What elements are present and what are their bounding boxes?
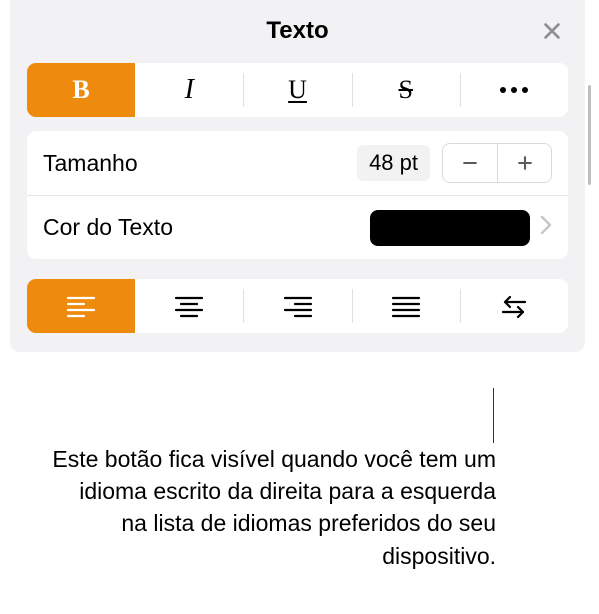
size-row: Tamanho 48 pt xyxy=(27,131,568,195)
more-styles-button[interactable] xyxy=(460,63,568,117)
align-left-icon xyxy=(66,294,96,318)
align-right-button[interactable] xyxy=(243,279,351,333)
minus-icon xyxy=(460,153,480,173)
text-color-label: Cor do Texto xyxy=(43,214,370,241)
alignment-group xyxy=(26,278,569,334)
bold-button[interactable]: B xyxy=(27,63,135,117)
text-format-panel: Texto B I U S Tamanho 48 pt xyxy=(10,0,585,352)
text-color-swatch xyxy=(370,210,530,246)
more-icon xyxy=(500,87,528,93)
bold-icon: B xyxy=(72,75,89,105)
strikethrough-button[interactable]: S xyxy=(352,63,460,117)
plus-icon xyxy=(515,153,535,173)
text-properties-list: Tamanho 48 pt Cor do Texto xyxy=(26,130,569,260)
size-increase-button[interactable] xyxy=(497,144,551,182)
size-value[interactable]: 48 pt xyxy=(357,145,430,181)
text-direction-icon xyxy=(499,294,529,318)
close-button[interactable] xyxy=(535,14,569,48)
underline-icon: U xyxy=(288,75,307,105)
align-right-icon xyxy=(283,294,313,318)
callout-text: Este botão fica visível quando você tem … xyxy=(52,443,496,572)
text-color-row[interactable]: Cor do Texto xyxy=(27,195,568,259)
close-icon xyxy=(541,20,563,42)
align-center-icon xyxy=(174,294,204,318)
text-style-group: B I U S xyxy=(26,62,569,118)
callout-line xyxy=(493,388,494,443)
panel-title: Texto xyxy=(266,17,328,45)
size-label: Tamanho xyxy=(43,150,357,177)
align-center-button[interactable] xyxy=(135,279,243,333)
italic-icon: I xyxy=(185,74,194,106)
align-left-button[interactable] xyxy=(27,279,135,333)
size-stepper xyxy=(442,143,552,183)
text-direction-button[interactable] xyxy=(460,279,568,333)
panel-header: Texto xyxy=(10,0,585,62)
chevron-right-icon xyxy=(540,215,552,240)
strikethrough-icon: S xyxy=(398,75,412,105)
align-justify-icon xyxy=(391,294,421,318)
italic-button[interactable]: I xyxy=(135,63,243,117)
underline-button[interactable]: U xyxy=(243,63,351,117)
align-justify-button[interactable] xyxy=(352,279,460,333)
size-decrease-button[interactable] xyxy=(443,144,497,182)
